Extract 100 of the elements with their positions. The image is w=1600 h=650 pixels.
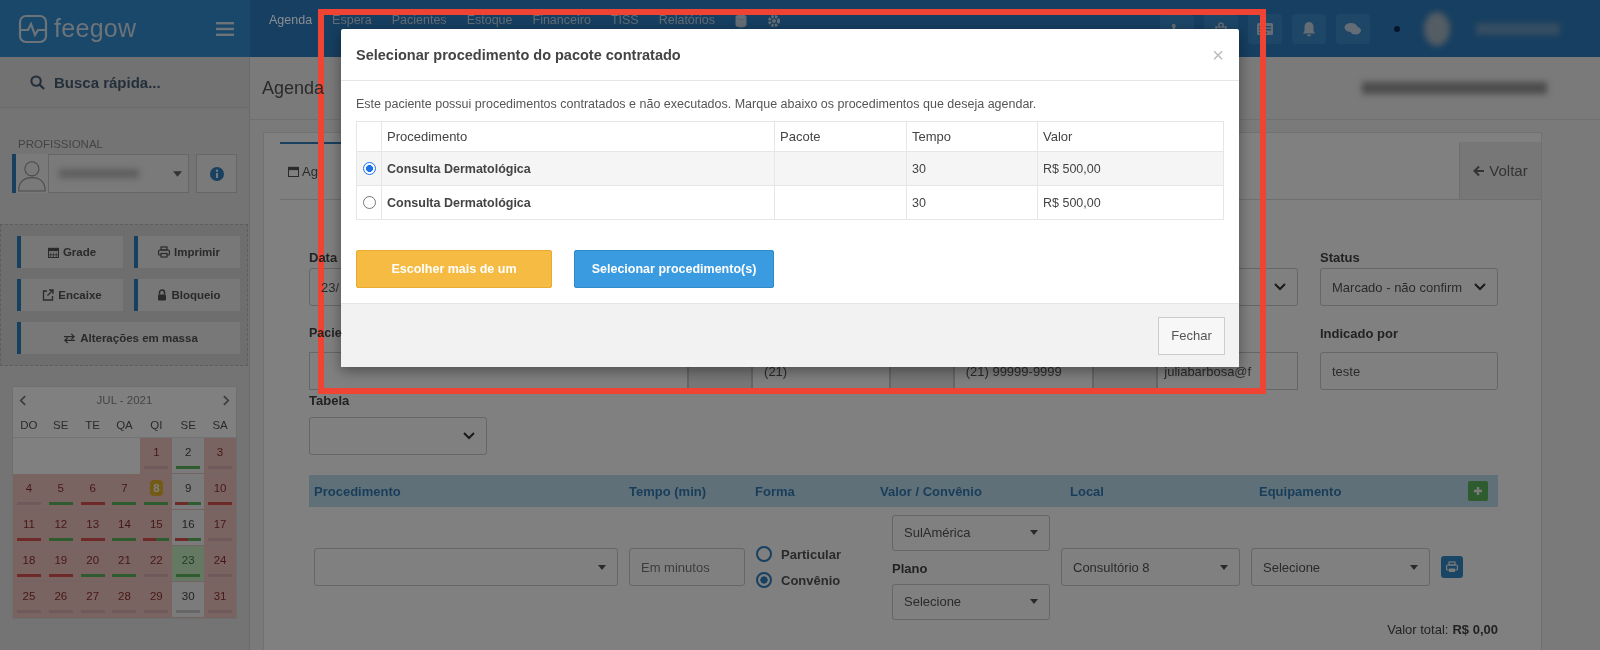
location-select[interactable]: Consultório 8 [1061,548,1240,586]
table-cell: Consulta Dermatológica [381,151,775,186]
day-number: 23 [180,553,196,568]
table-cell: 30 [906,151,1038,186]
calendar-day[interactable]: 3 [204,438,236,474]
column-header: Forma [755,483,796,499]
modal-title: Selecionar procedimento do pacote contratado [356,46,681,63]
equipment-select[interactable]: Selecione [1251,548,1430,586]
nav-link[interactable]: Agenda [269,13,323,27]
calendar-day[interactable]: 25 [13,582,45,618]
column-header: Valor / Convênio [880,483,983,499]
calendar-day[interactable]: 14 [108,510,141,546]
calendar-day[interactable]: 19 [44,546,77,582]
calendar-day[interactable]: 23 [172,546,205,582]
plan-select[interactable]: Selecione [892,583,1050,620]
day-number: 8 [150,480,163,496]
day-number: 10 [212,481,228,496]
calendar-day[interactable]: 13 [76,510,109,546]
day-number: 14 [117,517,132,532]
search-field[interactable]: Busca rápida... [54,73,234,91]
calendar-day[interactable]: 28 [108,582,141,618]
calendar-day[interactable]: 11 [13,510,45,546]
select-procedures-button[interactable]: Selecionar procedimento(s) [574,250,774,288]
calendar-day[interactable]: 21 [108,546,141,582]
calendar-day[interactable]: 22 [140,546,173,582]
day-number: 12 [53,517,69,532]
action-button[interactable]: Bloqueio [134,279,240,311]
referral-field[interactable]: teste [1320,352,1498,390]
day-number: 1 [152,445,161,460]
table-cell: R$ 500,00 [1037,151,1224,186]
calendar-day[interactable]: 29 [140,582,173,618]
calendar-day[interactable]: 20 [76,546,109,582]
column-header: Equipamento [1259,483,1343,499]
nav-link[interactable]: Espera [322,13,382,27]
column-header: Valor [1037,121,1224,152]
weekday-label: SE [44,413,77,438]
column-header: Procedimento [381,121,775,152]
calendar-day[interactable]: 5 [44,474,77,510]
day-number: 9 [184,481,193,496]
action-button[interactable]: Encaixe [17,279,123,311]
intro-text: Este paciente possui procedimentos contratados e não executados. Marque abaixo os procedimentos que deseja agendar. [356,97,1038,111]
back-button[interactable]: Voltar [1459,142,1541,199]
radio-label: Convênio [781,572,841,588]
close-dialog-button[interactable]: Fechar [1158,316,1225,355]
day-number: 4 [24,481,34,496]
status-select[interactable]: Marcado - não confirm [1320,268,1498,306]
day-number: 16 [180,517,196,532]
total-value: R$ 0,00 [1452,622,1498,637]
calendar-day[interactable]: 4 [13,474,45,510]
day-number: 20 [85,553,101,568]
calendar-day[interactable]: 24 [204,546,236,582]
calendar-day[interactable]: 7 [108,474,141,510]
calendar-day[interactable]: 30 [172,582,205,618]
calendar-month: JUL - 2021 [96,394,153,406]
action-button[interactable]: Alterações em massa [17,322,240,354]
close-button[interactable]: × [1212,44,1224,65]
nav-link[interactable]: Financeiro [522,13,601,27]
column-header: Tempo [906,121,1038,152]
calendar-day[interactable]: 26 [44,582,77,618]
nav-link[interactable]: Estoque [456,13,523,27]
day-number: 15 [148,517,164,532]
column-header: Procedimento [314,483,402,499]
calendar-day[interactable]: 2 [172,438,205,474]
calendar-day[interactable]: 16 [172,510,205,546]
nav-link[interactable]: Relatórios [648,13,725,27]
calendar-day[interactable]: 9 [172,474,205,510]
nav-link[interactable]: Pacientes [381,13,457,27]
calendar-day[interactable]: 31 [204,582,236,618]
calendar-day[interactable]: 6 [76,474,109,510]
day-number: 24 [212,553,228,568]
day-number: 3 [215,445,225,460]
weekday-label: TE [76,413,109,438]
day-number: 17 [212,517,228,532]
calendar-day[interactable]: 1 [140,438,173,474]
day-number: 7 [120,481,129,496]
field-label: Status [1320,250,1361,267]
day-number: 18 [21,553,37,568]
action-button[interactable]: Imprimir [134,236,240,268]
field-label: Indicado por [1320,326,1399,343]
calendar-day[interactable]: 18 [13,546,45,582]
day-number: 19 [53,553,69,568]
insurance-select[interactable]: SulAmérica [892,514,1050,551]
day-number: 11 [21,517,36,532]
logo-text: feegow [54,14,137,43]
minutes-field[interactable]: Em minutos [629,548,745,586]
calendar-day[interactable]: 27 [76,582,109,618]
table-cell: 30 [906,185,1038,220]
choose-multiple-button[interactable]: Escolher mais de um [356,250,552,288]
calendar-day[interactable]: 10 [204,474,236,510]
nav-link[interactable]: TISS [600,13,649,27]
calendar-day[interactable]: 17 [204,510,236,546]
calendar-day[interactable]: 15 [140,510,173,546]
calendar-day[interactable]: 12 [44,510,77,546]
day-number: 30 [180,589,196,604]
radio-label: Particular [781,546,841,562]
action-button[interactable]: Grade [17,236,123,268]
calendar-day[interactable]: 8 [140,474,173,510]
field-label: Tabela [309,393,351,410]
day-number: 29 [148,589,164,604]
column-header: Pacote [774,121,907,152]
